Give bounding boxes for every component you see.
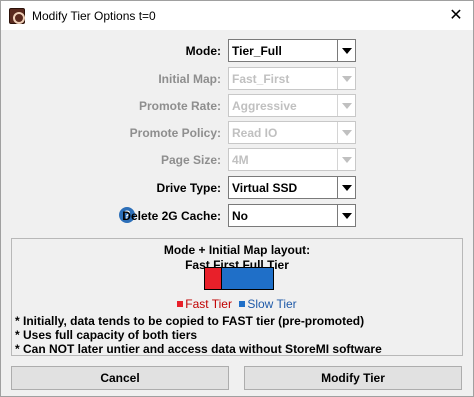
row-delete-cache: ? Delete 2G Cache: No — [1, 204, 473, 228]
legend-fast-label: Fast Tier — [185, 297, 232, 311]
promote-rate-value: Aggressive — [232, 99, 297, 113]
chevron-down-icon — [341, 129, 352, 136]
layout-info-panel: Mode + Initial Map layout: Fast First Fu… — [11, 238, 463, 356]
drive-type-select[interactable]: Virtual SSD — [228, 176, 356, 199]
tier-legend: Fast Tier Slow Tier — [12, 297, 462, 311]
drive-type-value: Virtual SSD — [232, 181, 298, 195]
panel-title: Mode + Initial Map layout: — [163, 243, 311, 257]
drive-type-label: Drive Type: — [156, 181, 221, 195]
mode-label: Mode: — [185, 44, 221, 58]
chevron-down-icon — [341, 47, 352, 54]
promote-rate-label: Promote Rate: — [138, 99, 221, 113]
page-size-label: Page Size: — [160, 153, 221, 167]
promote-policy-label: Promote Policy: — [129, 126, 221, 140]
row-promote-rate: Promote Rate: Aggressive — [1, 94, 473, 118]
note-line: * Uses full capacity of both tiers — [15, 328, 198, 342]
tier-layout-bar — [204, 267, 274, 290]
mode-value: Tier_Full — [232, 44, 282, 58]
fast-tier-segment — [205, 268, 222, 289]
row-drive-type: Drive Type: Virtual SSD — [1, 176, 473, 200]
page-size-select: 4M — [228, 148, 356, 171]
slow-tier-segment — [222, 268, 273, 289]
dialog-window: Modify Tier Options t=0 ✕ Mode: Tier_Ful… — [0, 0, 474, 397]
fast-tier-swatch — [177, 301, 184, 307]
delete-cache-value: No — [232, 209, 248, 223]
promote-policy-select: Read IO — [228, 121, 356, 144]
slow-tier-swatch — [239, 301, 246, 307]
chevron-down-icon — [341, 212, 352, 219]
page-size-value: 4M — [232, 153, 249, 167]
row-page-size: Page Size: 4M — [1, 148, 473, 172]
app-icon — [9, 8, 25, 24]
row-mode: Mode: Tier_Full — [1, 39, 473, 63]
notes-list: * Initially, data tends to be copied to … — [15, 314, 382, 356]
cancel-button[interactable]: Cancel — [11, 366, 229, 390]
promote-policy-dropdown-button — [337, 122, 355, 143]
window-title: Modify Tier Options t=0 — [32, 9, 156, 23]
mode-dropdown-button[interactable] — [337, 40, 355, 61]
note-line: * Initially, data tends to be copied to … — [15, 314, 365, 328]
legend-slow-label: Slow Tier — [247, 297, 297, 311]
initial-map-dropdown-button — [337, 68, 355, 89]
promote-rate-select: Aggressive — [228, 94, 356, 117]
page-size-dropdown-button — [337, 149, 355, 170]
chevron-down-icon — [341, 102, 352, 109]
drive-type-dropdown-button[interactable] — [337, 177, 355, 198]
modify-tier-button[interactable]: Modify Tier — [244, 366, 462, 390]
mode-select[interactable]: Tier_Full — [228, 39, 356, 62]
promote-rate-dropdown-button — [337, 95, 355, 116]
delete-cache-select[interactable]: No — [228, 204, 356, 227]
chevron-down-icon — [341, 184, 352, 191]
delete-cache-dropdown-button[interactable] — [337, 205, 355, 226]
initial-map-label: Initial Map: — [158, 72, 221, 86]
legend-fast: Fast Tier — [177, 297, 232, 311]
title-bar: Modify Tier Options t=0 ✕ — [1, 1, 473, 30]
chevron-down-icon — [341, 75, 352, 82]
note-line: * Can NOT later untier and access data w… — [15, 342, 382, 356]
close-icon[interactable]: ✕ — [445, 5, 467, 25]
initial-map-select: Fast_First — [228, 67, 356, 90]
delete-cache-label: Delete 2G Cache: — [122, 209, 221, 223]
initial-map-value: Fast_First — [232, 72, 290, 86]
row-promote-policy: Promote Policy: Read IO — [1, 121, 473, 145]
promote-policy-value: Read IO — [232, 126, 278, 140]
legend-slow: Slow Tier — [239, 297, 297, 311]
row-initial-map: Initial Map: Fast_First — [1, 67, 473, 91]
chevron-down-icon — [341, 156, 352, 163]
